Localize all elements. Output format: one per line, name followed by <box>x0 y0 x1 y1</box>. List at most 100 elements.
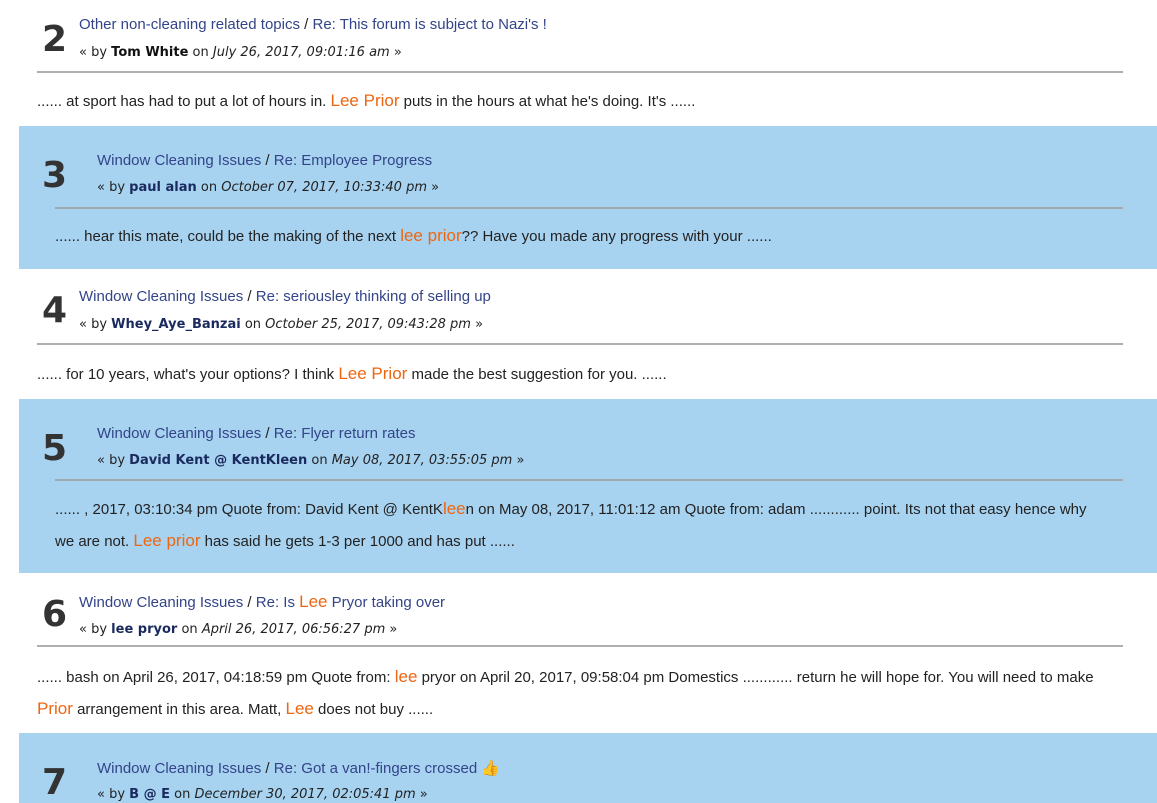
snippet-text: has said he gets 1-3 per 1000 and has pu… <box>200 533 515 550</box>
snippet-text: ...... hear this mate, could be the maki… <box>55 228 401 245</box>
divider <box>55 479 1123 481</box>
topic-link[interactable]: Re: Got a van!-fingers crossed <box>274 760 477 777</box>
byline: « by lee pryor on April 26, 2017, 06:56:… <box>79 622 397 637</box>
separator: / <box>304 16 309 33</box>
snippet-text: ...... for 10 years, what's your options… <box>37 366 339 383</box>
search-highlight: lee <box>394 667 418 686</box>
topic-text: Pryor taking over <box>327 594 446 611</box>
topic-link[interactable]: Re: Is Lee Pryor taking over <box>255 592 446 611</box>
byline-suffix: » <box>419 787 428 802</box>
search-highlight: Lee Prior <box>338 364 408 383</box>
snippet-text: ...... at sport has had to put a lot of … <box>37 93 331 110</box>
topic-link[interactable]: Re: Employee Progress <box>274 152 432 169</box>
separator: / <box>247 288 252 305</box>
board-link[interactable]: Other non-cleaning related topics <box>79 16 300 33</box>
snippet-text: ...... , 2017, 03:10:34 pm Quote from: D… <box>55 501 443 518</box>
result-snippet: ...... bash on April 26, 2017, 04:18:59 … <box>37 648 1139 725</box>
topic-line: Window Cleaning Issues / Re: seriousley … <box>79 288 491 305</box>
post-date: December 30, 2017, 02:05:41 pm <box>194 787 416 802</box>
thumbs-up-icon: 👍 <box>481 760 501 777</box>
post-date: July 26, 2017, 09:01:16 am <box>212 45 390 60</box>
search-highlight: Lee prior <box>133 531 201 550</box>
board-link[interactable]: Window Cleaning Issues <box>97 425 261 442</box>
by-prefix: « by <box>97 453 126 468</box>
by-prefix: « by <box>79 45 108 60</box>
byline-suffix: » <box>393 45 402 60</box>
board-link[interactable]: Window Cleaning Issues <box>97 760 261 777</box>
byline-suffix: » <box>516 453 525 468</box>
byline: « by paul alan on October 07, 2017, 10:3… <box>97 180 439 195</box>
on-label: on <box>192 45 209 60</box>
byline: « by Whey_Aye_Banzai on October 25, 2017… <box>79 317 483 332</box>
on-label: on <box>244 317 262 332</box>
by-prefix: « by <box>79 622 108 637</box>
board-link[interactable]: Window Cleaning Issues <box>97 152 261 169</box>
topic-line: Window Cleaning Issues / Re: Employee Pr… <box>97 152 432 169</box>
byline-suffix: » <box>475 317 484 332</box>
search-highlight: Lee Prior <box>330 91 400 110</box>
result-number: 3 <box>42 155 68 196</box>
on-label: on <box>181 622 198 637</box>
author-link[interactable]: paul alan <box>129 180 197 195</box>
search-result: 3 Window Cleaning Issues / Re: Employee … <box>19 126 1157 269</box>
snippet-text: pryor on April 20, 2017, 09:58:04 pm Dom… <box>417 669 1094 686</box>
result-snippet: ...... hear this mate, could be the maki… <box>37 208 1139 252</box>
result-snippet: ...... , 2017, 03:10:34 pm Quote from: D… <box>37 480 1139 557</box>
snippet-text: ...... bash on April 26, 2017, 04:18:59 … <box>37 669 395 686</box>
byline-suffix: » <box>431 180 440 195</box>
post-date: May 08, 2017, 03:55:05 pm <box>331 453 513 468</box>
snippet-text: arrangement in this area. Matt, <box>72 701 286 718</box>
board-link[interactable]: Window Cleaning Issues <box>79 288 243 305</box>
snippet-text: made the best suggestion for you. ...... <box>407 366 667 383</box>
separator: / <box>265 152 270 169</box>
byline: « by Tom White on July 26, 2017, 09:01:1… <box>79 45 402 60</box>
result-number: 6 <box>42 594 68 635</box>
by-prefix: « by <box>97 787 126 802</box>
topic-text: Re: Is <box>255 594 300 611</box>
result-number: 4 <box>42 290 68 331</box>
topic-link[interactable]: Re: This forum is subject to Nazi's ! <box>312 16 546 33</box>
result-snippet: ...... for 10 years, what's your options… <box>37 344 1139 390</box>
search-result: 6 Window Cleaning Issues / Re: Is Lee Pr… <box>0 573 1157 733</box>
post-date: October 07, 2017, 10:33:40 pm <box>221 180 427 195</box>
topic-link[interactable]: Re: seriousley thinking of selling up <box>256 288 491 305</box>
divider <box>37 71 1123 73</box>
search-result: 7 Window Cleaning Issues / Re: Got a van… <box>19 733 1157 803</box>
topic-line: Window Cleaning Issues / Re: Got a van!-… <box>97 759 500 777</box>
search-result: 2 Other non-cleaning related topics / Re… <box>0 0 1157 126</box>
divider <box>55 207 1123 209</box>
snippet-text: does not buy ...... <box>313 701 434 718</box>
separator: / <box>247 594 252 611</box>
snippet-text: puts in the hours at what he's doing. It… <box>399 93 696 110</box>
search-highlight: Lee <box>285 699 314 718</box>
byline: « by B @ E on December 30, 2017, 02:05:4… <box>97 787 428 802</box>
byline: « by David Kent @ KentKleen on May 08, 2… <box>97 453 524 468</box>
post-date: October 25, 2017, 09:43:28 pm <box>265 317 471 332</box>
topic-line: Window Cleaning Issues / Re: Is Lee Pryo… <box>79 592 445 612</box>
by-prefix: « by <box>97 180 126 195</box>
search-result: 5 Window Cleaning Issues / Re: Flyer ret… <box>19 399 1157 573</box>
board-link[interactable]: Window Cleaning Issues <box>79 594 243 611</box>
topic-line: Window Cleaning Issues / Re: Flyer retur… <box>97 425 415 442</box>
byline-suffix: » <box>389 622 398 637</box>
author-link[interactable]: David Kent @ KentKleen <box>129 453 307 468</box>
topic-line: Other non-cleaning related topics / Re: … <box>79 16 547 33</box>
author-link[interactable]: lee pryor <box>111 622 177 637</box>
result-number: 2 <box>42 19 68 60</box>
author-link[interactable]: B @ E <box>129 787 170 802</box>
topic-link[interactable]: Re: Flyer return rates <box>274 425 416 442</box>
search-highlight: lee prior <box>400 226 462 245</box>
divider <box>37 343 1123 345</box>
separator: / <box>265 425 270 442</box>
search-highlight: lee <box>442 499 466 518</box>
separator: / <box>265 760 270 777</box>
result-snippet: ...... at sport has had to put a lot of … <box>37 73 1139 117</box>
author-link[interactable]: Whey_Aye_Banzai <box>111 317 241 332</box>
search-highlight: Prior <box>37 699 73 718</box>
snippet-text: ?? Have you made any progress with your … <box>461 228 772 245</box>
search-highlight: Lee <box>299 592 328 611</box>
author-link[interactable]: Tom White <box>111 45 188 60</box>
by-prefix: « by <box>79 317 108 332</box>
search-result: 4 Window Cleaning Issues / Re: seriousle… <box>0 269 1157 399</box>
search-results: 2 Other non-cleaning related topics / Re… <box>0 0 1157 803</box>
